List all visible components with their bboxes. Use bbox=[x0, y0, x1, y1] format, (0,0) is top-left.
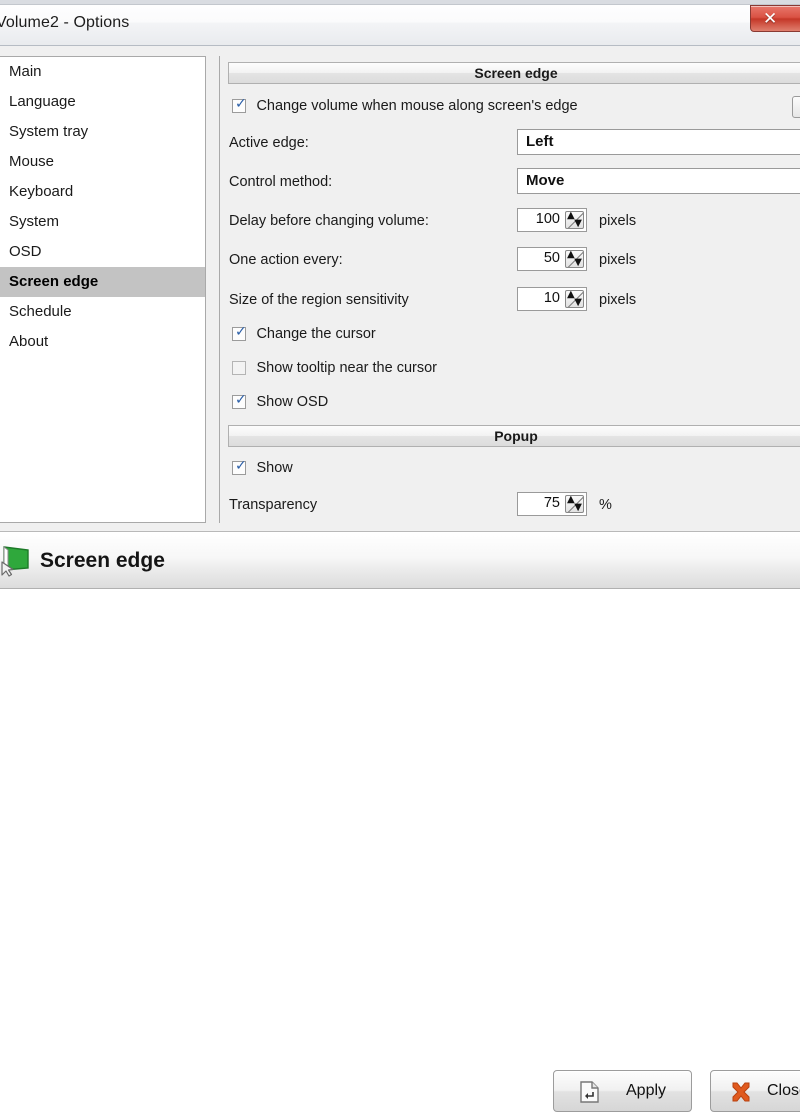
label-one-action-every: One action every: bbox=[229, 252, 343, 268]
spinner-down-icon[interactable]: ▼ bbox=[574, 259, 582, 267]
sidebar-item-main[interactable]: Main bbox=[0, 57, 205, 87]
group-header-popup: Popup bbox=[228, 425, 800, 447]
checkbox-show-tooltip-near-cursor[interactable]: Show tooltip near the cursor bbox=[232, 360, 437, 378]
window-close-button[interactable]: ✕ bbox=[750, 5, 800, 32]
sidebar-item-label: Language bbox=[9, 93, 76, 110]
label-active-edge: Active edge: bbox=[229, 135, 309, 151]
dropdown-control-method-value: Move bbox=[526, 172, 564, 189]
spinner-buttons[interactable]: ▲ ▼ bbox=[565, 211, 584, 229]
apply-button-label: Apply bbox=[626, 1082, 666, 1100]
sidebar-item-label: System bbox=[9, 213, 59, 230]
sidebar-item-about[interactable]: About bbox=[0, 327, 205, 357]
checkbox-change-the-cursor[interactable]: ✓ Change the cursor bbox=[232, 326, 376, 344]
edge-extra-button[interactable] bbox=[792, 96, 800, 118]
settings-content-panel: Screen edge ✓ Change volume when mouse a… bbox=[219, 56, 800, 523]
save-icon bbox=[579, 1081, 600, 1103]
spinner-buttons[interactable]: ▲ ▼ bbox=[565, 290, 584, 308]
checkmark-icon: ✓ bbox=[235, 97, 247, 111]
checkbox-show-osd[interactable]: ✓ Show OSD bbox=[232, 394, 328, 412]
apply-button[interactable]: Apply bbox=[553, 1070, 692, 1112]
sidebar-item-osd[interactable]: OSD bbox=[0, 237, 205, 267]
checkbox-label: Show OSD bbox=[256, 394, 328, 410]
window-top-edge bbox=[0, 0, 800, 5]
window-bottom-edge bbox=[0, 589, 800, 600]
sidebar-item-label: Main bbox=[9, 63, 42, 80]
sidebar-item-schedule[interactable]: Schedule bbox=[0, 297, 205, 327]
label-delay: Delay before changing volume: bbox=[229, 213, 429, 229]
sidebar-item-label: Mouse bbox=[9, 153, 54, 170]
checkbox-box: ✓ bbox=[232, 395, 246, 409]
checkbox-box: ✓ bbox=[232, 99, 246, 113]
label-transparency: Transparency bbox=[229, 497, 317, 513]
spinner-transparency[interactable]: 75 ▲ ▼ bbox=[517, 492, 587, 516]
sidebar-item-label: About bbox=[9, 333, 48, 350]
checkbox-label: Show bbox=[256, 460, 292, 476]
close-button-label: Close bbox=[767, 1082, 800, 1100]
sidebar-item-label: System tray bbox=[9, 123, 88, 140]
spinner-down-icon[interactable]: ▼ bbox=[574, 299, 582, 307]
dropdown-active-edge-value: Left bbox=[526, 133, 554, 150]
spinner-region-sensitivity[interactable]: 10 ▲ ▼ bbox=[517, 287, 587, 311]
spinner-buttons[interactable]: ▲ ▼ bbox=[565, 250, 584, 268]
spinner-transparency-value: 75 bbox=[544, 495, 560, 511]
checkbox-box bbox=[232, 361, 246, 375]
checkbox-label: Change volume when mouse along screen's … bbox=[256, 98, 577, 114]
sidebar-item-mouse[interactable]: Mouse bbox=[0, 147, 205, 177]
unit-one-action-every: pixels bbox=[599, 252, 636, 268]
spinner-buttons[interactable]: ▲ ▼ bbox=[565, 495, 584, 513]
checkmark-icon: ✓ bbox=[235, 393, 247, 407]
checkbox-label: Show tooltip near the cursor bbox=[256, 360, 437, 376]
spinner-one-action-every-value: 50 bbox=[544, 250, 560, 266]
sidebar-item-screen-edge[interactable]: Screen edge bbox=[0, 267, 205, 297]
checkbox-label: Change the cursor bbox=[256, 326, 375, 342]
spinner-down-icon[interactable]: ▼ bbox=[574, 220, 582, 228]
settings-category-list[interactable]: Main Language System tray Mouse Keyboard… bbox=[0, 56, 206, 523]
sidebar-item-label: Keyboard bbox=[9, 183, 73, 200]
sidebar-item-language[interactable]: Language bbox=[0, 87, 205, 117]
dropdown-control-method[interactable]: Move bbox=[517, 168, 800, 194]
close-button[interactable]: Close bbox=[710, 1070, 800, 1112]
checkbox-popup-show[interactable]: ✓ Show bbox=[232, 460, 293, 478]
screen-edge-icon bbox=[0, 544, 32, 578]
checkbox-box: ✓ bbox=[232, 327, 246, 341]
checkmark-icon: ✓ bbox=[235, 459, 247, 473]
label-region-sensitivity: Size of the region sensitivity bbox=[229, 292, 409, 308]
sidebar-item-label: Schedule bbox=[9, 303, 72, 320]
window-close-icon: ✕ bbox=[763, 9, 777, 29]
unit-transparency: % bbox=[599, 497, 612, 513]
group-header-screen-edge: Screen edge bbox=[228, 62, 800, 84]
spinner-region-sensitivity-value: 10 bbox=[544, 290, 560, 306]
options-window: Volume2 - Options ✕ Main Language System… bbox=[0, 0, 800, 600]
spinner-delay-value: 100 bbox=[536, 211, 560, 227]
unit-delay: pixels bbox=[599, 213, 636, 229]
checkbox-change-volume-on-edge[interactable]: ✓ Change volume when mouse along screen'… bbox=[232, 98, 578, 116]
dropdown-active-edge[interactable]: Left bbox=[517, 129, 800, 155]
sidebar-item-system[interactable]: System bbox=[0, 207, 205, 237]
sidebar-item-label: Screen edge bbox=[9, 273, 98, 290]
dialog-footer: Screen edge Apply Close bbox=[0, 531, 800, 589]
sidebar-item-keyboard[interactable]: Keyboard bbox=[0, 177, 205, 207]
spinner-down-icon[interactable]: ▼ bbox=[574, 504, 582, 512]
checkbox-box: ✓ bbox=[232, 461, 246, 475]
close-x-icon bbox=[729, 1081, 753, 1103]
sidebar-item-system-tray[interactable]: System tray bbox=[0, 117, 205, 147]
window-title: Volume2 - Options bbox=[0, 14, 129, 32]
footer-page-title: Screen edge bbox=[40, 549, 165, 573]
sidebar-item-label: OSD bbox=[9, 243, 42, 260]
spinner-delay[interactable]: 100 ▲ ▼ bbox=[517, 208, 587, 232]
unit-region-sensitivity: pixels bbox=[599, 292, 636, 308]
window-title-bar: Volume2 - Options ✕ bbox=[0, 0, 800, 46]
label-control-method: Control method: bbox=[229, 174, 332, 190]
spinner-one-action-every[interactable]: 50 ▲ ▼ bbox=[517, 247, 587, 271]
checkmark-icon: ✓ bbox=[235, 325, 247, 339]
